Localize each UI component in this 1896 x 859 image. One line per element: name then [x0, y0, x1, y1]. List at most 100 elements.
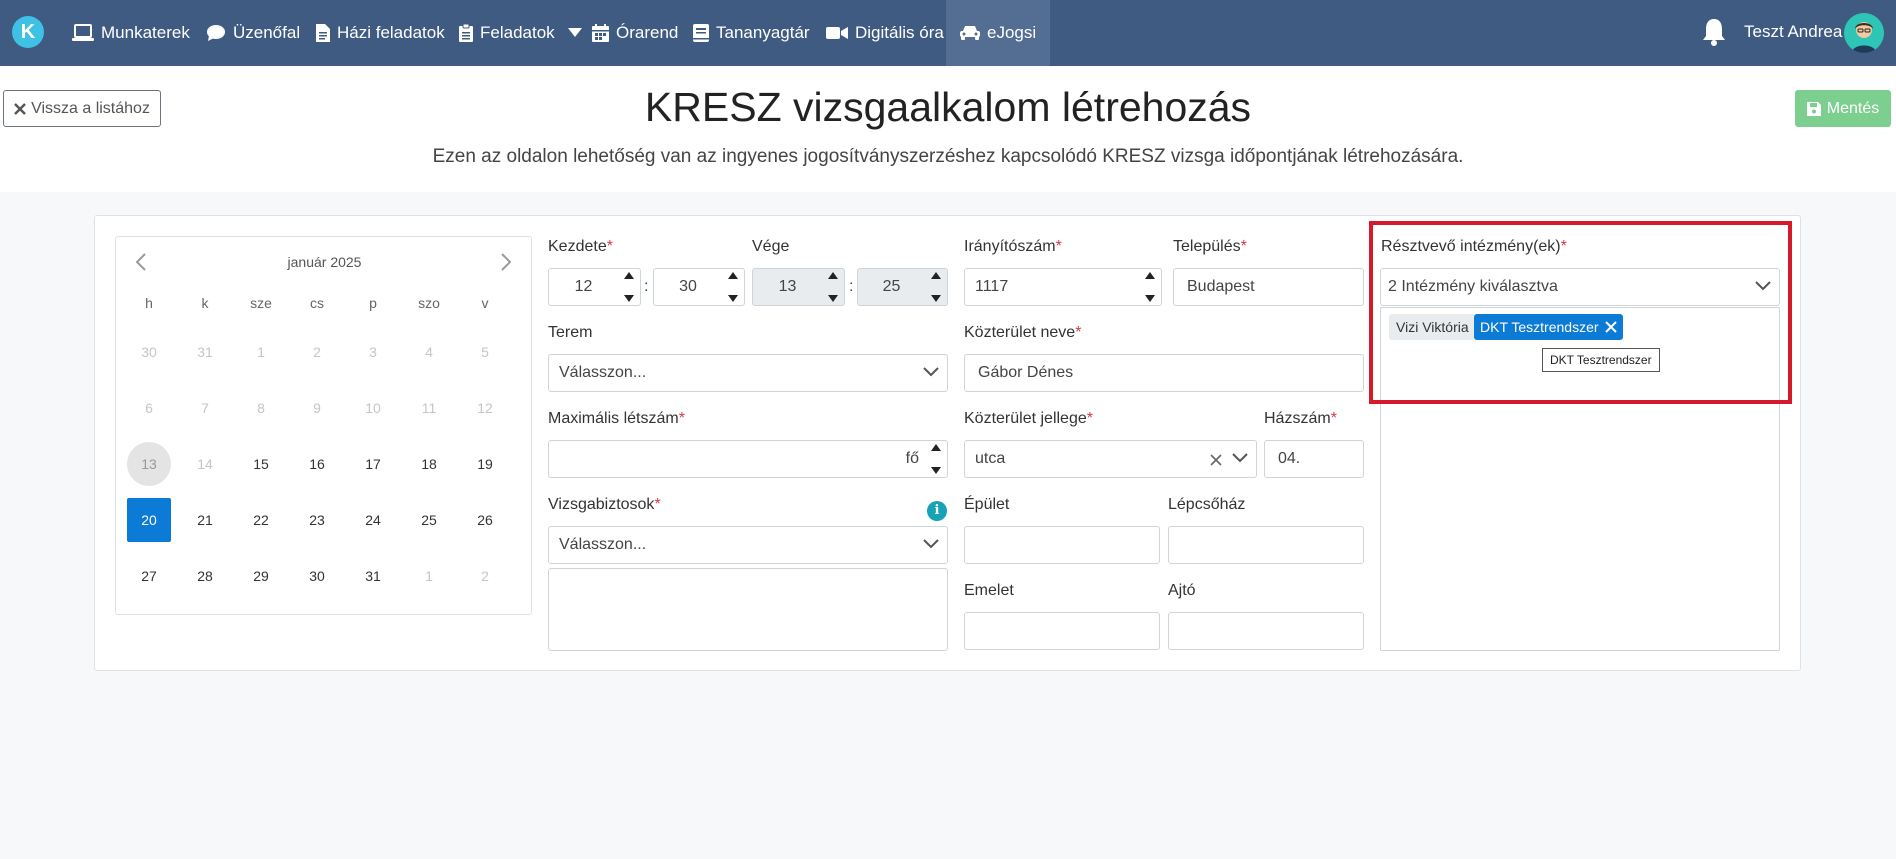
max-participants-input[interactable]: fő [548, 440, 948, 478]
street-type-select[interactable]: utca [964, 440, 1257, 478]
clipboard-icon [459, 24, 473, 42]
calendar-day[interactable]: 11 [407, 386, 451, 430]
chevron-right-icon [501, 253, 511, 271]
chevron-down-icon [923, 367, 939, 377]
weekday-label: h [145, 295, 153, 311]
calendar-day[interactable]: 21 [183, 498, 227, 542]
calendar-day[interactable]: 1 [407, 554, 451, 598]
page-header: Vissza a listához KRESZ vizsgaalkalom lé… [0, 66, 1896, 192]
building-label: Épület [964, 496, 1010, 513]
examiners-list[interactable] [548, 568, 948, 651]
stairs-label: Lépcsőház [1168, 496, 1246, 513]
arrow-up-icon [828, 272, 838, 279]
calendar-day[interactable]: 24 [351, 498, 395, 542]
page-subtitle: Ezen az oldalon lehetőség van az ingyene… [432, 146, 1464, 167]
start-hour-stepper[interactable] [622, 272, 636, 302]
examiners-select[interactable]: Válasszon... [548, 526, 948, 564]
calendar-day[interactable]: 14 [183, 442, 227, 486]
book-icon [693, 24, 709, 42]
nav-item-feladatok[interactable]: Feladatok [459, 0, 582, 66]
end-time-label: Vége [752, 238, 790, 255]
calendar-day[interactable]: 20 [127, 498, 171, 542]
calendar-day[interactable]: 28 [183, 554, 227, 598]
calendar-day[interactable]: 26 [463, 498, 507, 542]
calendar-icon [592, 24, 609, 42]
nav-label: Házi feladatok [337, 23, 445, 42]
arrow-up-icon [728, 272, 738, 279]
nav-item-munkaterek[interactable]: Munkaterek [72, 0, 190, 66]
nav-item-tananyagtar[interactable]: Tananyagtár [693, 0, 810, 66]
save-button[interactable]: Mentés [1795, 90, 1891, 127]
street-name-input[interactable]: Gábor Dénes [964, 354, 1364, 392]
city-label: Település* [1173, 238, 1247, 255]
calendar-day[interactable]: 30 [295, 554, 339, 598]
calendar-day[interactable]: 18 [407, 442, 451, 486]
calendar-day[interactable]: 15 [239, 442, 283, 486]
nav-label: Órarend [616, 23, 679, 42]
next-month-button[interactable] [496, 251, 516, 273]
house-number-input[interactable]: 04. [1264, 440, 1364, 478]
calendar-day[interactable]: 19 [463, 442, 507, 486]
avatar[interactable] [1844, 13, 1884, 53]
zip-input[interactable]: 1117 [964, 268, 1162, 306]
save-button-label: Mentés [1826, 99, 1880, 117]
calendar-day[interactable]: 13 [127, 442, 171, 486]
calendar-day[interactable]: 31 [351, 554, 395, 598]
door-input[interactable] [1168, 612, 1364, 650]
bell-icon[interactable] [1701, 17, 1727, 47]
building-input[interactable] [964, 526, 1160, 564]
zip-stepper[interactable] [1143, 272, 1157, 302]
laptop-icon [72, 24, 94, 41]
calendar-day[interactable]: 17 [351, 442, 395, 486]
floor-input[interactable] [964, 612, 1160, 650]
calendar-day[interactable]: 7 [183, 386, 227, 430]
app-logo[interactable]: K [12, 16, 44, 48]
calendar-day[interactable]: 4 [407, 330, 451, 374]
max-participants-label: Maximális létszám* [548, 410, 685, 427]
nav-label: eJogsi [987, 23, 1037, 42]
calendar-day[interactable]: 8 [239, 386, 283, 430]
calendar-day[interactable]: 29 [239, 554, 283, 598]
calendar-day[interactable]: 2 [463, 554, 507, 598]
unit-label: fő [905, 450, 919, 467]
arrow-down-icon [728, 295, 738, 302]
time-separator: : [644, 278, 649, 295]
weekday-label: p [369, 295, 377, 311]
nav-label: Munkaterek [101, 23, 190, 42]
calendar-day[interactable]: 12 [463, 386, 507, 430]
start-minute-input[interactable]: 30 [653, 268, 745, 306]
stairs-input[interactable] [1168, 526, 1364, 564]
calendar-day[interactable]: 23 [295, 498, 339, 542]
weekday-label: szo [418, 295, 440, 311]
room-select[interactable]: Válasszon... [548, 354, 948, 392]
calendar-day[interactable]: 31 [183, 330, 227, 374]
street-type-label: Közterület jellege* [964, 410, 1093, 427]
nav-item-hazi-feladatok[interactable]: Házi feladatok [316, 0, 445, 66]
calendar-day[interactable]: 25 [407, 498, 451, 542]
nav-item-orarend[interactable]: Órarend [592, 0, 678, 66]
city-input[interactable]: Budapest [1173, 268, 1364, 306]
info-icon[interactable]: i [927, 501, 947, 521]
end-hour-input: 13 [752, 268, 845, 306]
calendar-day[interactable]: 30 [127, 330, 171, 374]
start-minute-stepper[interactable] [726, 272, 740, 302]
arrow-up-icon [931, 272, 941, 279]
calendar-day[interactable]: 10 [351, 386, 395, 430]
calendar-day[interactable]: 9 [295, 386, 339, 430]
calendar-day[interactable]: 27 [127, 554, 171, 598]
nav-item-ejogsi[interactable]: eJogsi [946, 0, 1051, 66]
calendar-day[interactable]: 3 [351, 330, 395, 374]
calendar-day[interactable]: 2 [295, 330, 339, 374]
clear-icon[interactable] [1210, 454, 1222, 466]
start-hour-input[interactable]: 12 [548, 268, 641, 306]
nav-item-uzenofal[interactable]: Üzenőfal [206, 0, 300, 66]
user-name[interactable]: Teszt Andrea [1744, 22, 1842, 42]
zip-label: Irányítószám* [964, 238, 1062, 255]
max-participants-stepper[interactable] [929, 444, 943, 474]
calendar-day[interactable]: 1 [239, 330, 283, 374]
calendar-day[interactable]: 6 [127, 386, 171, 430]
nav-item-digitalis-ora[interactable]: Digitális óra [826, 0, 944, 66]
calendar-day[interactable]: 16 [295, 442, 339, 486]
calendar-day[interactable]: 5 [463, 330, 507, 374]
calendar-day[interactable]: 22 [239, 498, 283, 542]
